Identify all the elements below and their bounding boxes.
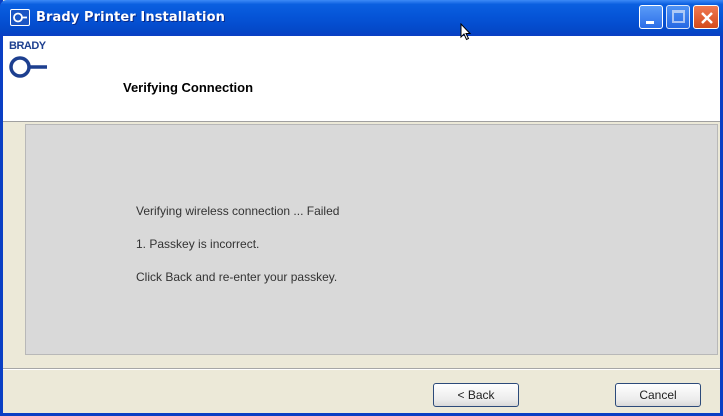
close-button[interactable]: [693, 5, 719, 29]
minimize-button[interactable]: [639, 5, 663, 29]
window-title: Brady Printer Installation: [36, 10, 225, 25]
maximize-button[interactable]: [666, 5, 690, 29]
status-message: Verifying wireless connection ... Failed: [136, 204, 340, 218]
cancel-button[interactable]: Cancel: [615, 383, 701, 407]
instruction-text: Click Back and re-enter your passkey.: [136, 270, 338, 284]
installer-window: Brady Printer Installation BRADY Verifyi…: [0, 0, 723, 416]
error-reason: 1. Passkey is incorrect.: [136, 237, 260, 251]
title-bar[interactable]: Brady Printer Installation: [0, 0, 723, 36]
minimize-icon: [646, 21, 654, 24]
status-panel: Verifying wireless connection ... Failed…: [25, 124, 718, 355]
page-title: Verifying Connection: [123, 80, 254, 95]
mouse-pointer-icon: [460, 23, 472, 41]
wizard-header: BRADY Verifying Connection: [3, 36, 720, 122]
brady-app-icon: [10, 9, 30, 26]
brady-logo-icon: [9, 56, 47, 78]
back-button[interactable]: < Back: [433, 383, 519, 407]
maximize-icon: [672, 10, 685, 23]
brady-logo: BRADY: [9, 40, 49, 88]
logo-text: BRADY: [9, 40, 46, 52]
close-icon: [701, 12, 713, 24]
button-separator: [3, 368, 720, 370]
